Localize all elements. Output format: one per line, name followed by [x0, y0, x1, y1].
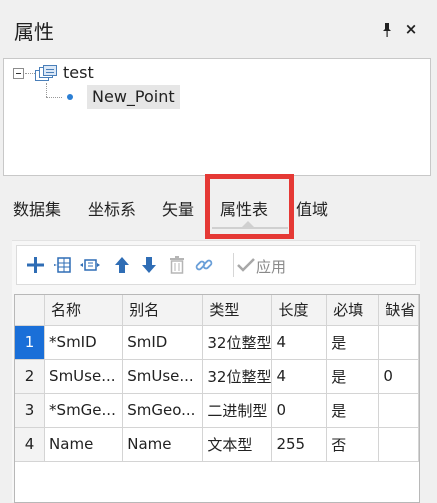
- cell-alias[interactable]: Name: [122, 427, 204, 462]
- row-number[interactable]: 4: [15, 427, 46, 462]
- cell-default[interactable]: [378, 427, 419, 462]
- apply-check-icon[interactable]: [236, 255, 256, 275]
- dataset-icon: [35, 65, 57, 82]
- cell-alias[interactable]: SmID: [122, 325, 204, 360]
- cell-default[interactable]: [378, 325, 419, 360]
- cell-name[interactable]: SmUse...: [44, 359, 124, 394]
- cell-required[interactable]: 是: [326, 359, 380, 394]
- row-number[interactable]: 1: [15, 325, 46, 360]
- cell-required[interactable]: 是: [326, 325, 380, 360]
- cell-alias[interactable]: SmGeo...: [122, 393, 204, 428]
- cell-name[interactable]: Name: [44, 427, 124, 462]
- column-header-alias[interactable]: 别名: [122, 295, 204, 326]
- cell-alias[interactable]: SmUse...: [122, 359, 204, 394]
- cell-type[interactable]: 32位整型: [202, 359, 273, 394]
- table-row[interactable]: 2 SmUse... SmUse... 32位整型 4 是 0: [15, 359, 419, 394]
- column-header-name[interactable]: 名称: [44, 295, 124, 326]
- header-corner: [15, 295, 46, 326]
- table-row[interactable]: 1 *SmID SmID 32位整型 4 是: [15, 325, 419, 360]
- panel-title: 属性: [14, 20, 54, 44]
- cell-type[interactable]: 二进制型: [202, 393, 273, 428]
- cell-type[interactable]: 文本型: [202, 427, 273, 462]
- column-header-type[interactable]: 类型: [202, 295, 273, 326]
- arrow-up-icon[interactable]: [112, 255, 132, 275]
- column-header-default[interactable]: 缺省: [378, 295, 419, 326]
- attribute-table-panel: 应用 名称 别名 类型 长度 必填 缺省 1 *SmID SmID 32位整型 …: [12, 240, 420, 503]
- cell-length[interactable]: 4: [271, 359, 328, 394]
- arrow-down-icon[interactable]: [139, 255, 159, 275]
- close-icon[interactable]: ×: [403, 20, 419, 38]
- table-header-row: 名称 别名 类型 长度 必填 缺省: [15, 295, 419, 326]
- delete-icon[interactable]: [167, 255, 187, 275]
- field-grid: 名称 别名 类型 长度 必填 缺省 1 *SmID SmID 32位整型 4 是: [14, 294, 420, 503]
- row-number[interactable]: 2: [15, 359, 46, 394]
- panel-titlebar: 属性 ×: [0, 0, 437, 58]
- tab-coordinate-system[interactable]: 坐标系: [88, 196, 136, 220]
- collapse-toggle-icon[interactable]: [13, 68, 24, 79]
- toolbar-separator: [233, 253, 234, 277]
- tree-node-new-point[interactable]: New_Point: [87, 85, 180, 109]
- tab-attribute-table[interactable]: 属性表: [220, 196, 268, 220]
- cell-length[interactable]: 0: [271, 393, 328, 428]
- field-toolbar: 应用: [16, 245, 416, 285]
- tree-node-test[interactable]: test: [63, 63, 94, 82]
- cell-type[interactable]: 32位整型: [202, 325, 273, 360]
- cell-length[interactable]: 255: [271, 427, 328, 462]
- add-icon[interactable]: [25, 255, 45, 275]
- dataset-tree: test New_Point: [3, 58, 431, 176]
- row-number[interactable]: 3: [15, 393, 46, 428]
- tree-connector: [25, 73, 35, 74]
- tab-dataset[interactable]: 数据集: [13, 196, 61, 220]
- tab-value-domain[interactable]: 值域: [296, 196, 328, 220]
- link-icon[interactable]: [194, 255, 214, 275]
- cell-default[interactable]: [378, 393, 419, 428]
- edit-field-icon[interactable]: [80, 255, 100, 275]
- active-tab-indicator: [212, 227, 288, 229]
- tab-strip: 数据集 坐标系 矢量 属性表 值域: [0, 180, 437, 232]
- cell-length[interactable]: 4: [271, 325, 328, 360]
- tree-connector: [46, 97, 62, 98]
- cell-name[interactable]: *SmGe...: [44, 393, 124, 428]
- column-header-length[interactable]: 长度: [271, 295, 328, 326]
- column-header-required[interactable]: 必填: [326, 295, 380, 326]
- table-row[interactable]: 4 Name Name 文本型 255 否: [15, 427, 419, 462]
- insert-field-icon[interactable]: [54, 255, 74, 275]
- tree-connector: [46, 83, 47, 97]
- cell-name[interactable]: *SmID: [44, 325, 124, 360]
- table-row[interactable]: 3 *SmGe... SmGeo... 二进制型 0 是: [15, 393, 419, 428]
- active-tab-caret: [242, 221, 254, 227]
- cell-required[interactable]: 否: [326, 427, 380, 462]
- pin-icon[interactable]: [380, 22, 394, 38]
- apply-button[interactable]: 应用: [256, 256, 286, 277]
- tab-vector[interactable]: 矢量: [162, 196, 194, 220]
- cell-default[interactable]: 0: [378, 359, 419, 394]
- cell-required[interactable]: 是: [326, 393, 380, 428]
- point-icon: [67, 94, 73, 100]
